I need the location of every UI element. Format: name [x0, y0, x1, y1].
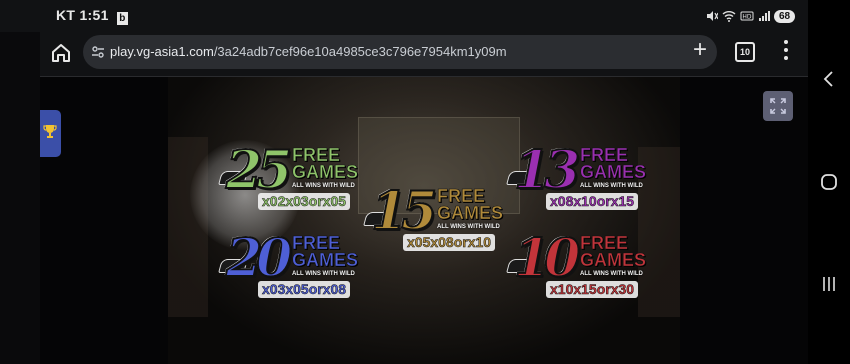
- fullscreen-icon: [770, 98, 786, 114]
- circle-home-icon[interactable]: [820, 173, 838, 191]
- label-games: GAMES: [437, 203, 504, 223]
- free-games-label: FREE GAMES: [580, 146, 647, 182]
- label-games: GAMES: [292, 250, 359, 270]
- new-tab-button[interactable]: +: [690, 38, 710, 62]
- wild-text: ALL WINS WITH WILD: [437, 224, 500, 230]
- multipliers: x05x08orx10: [403, 234, 496, 251]
- wifi-icon: [722, 11, 736, 22]
- free-games-number: 20: [225, 228, 293, 290]
- mute-icon: [707, 11, 718, 21]
- status-right: HD 68: [706, 6, 796, 26]
- free-games-label: FREE GAMES: [580, 234, 647, 270]
- free-games-option-15[interactable]: 15 FREE GAMES ALL WINS WITH WILD x05x08or…: [363, 181, 505, 260]
- home-icon[interactable]: [50, 42, 72, 64]
- free-games-number: 25: [225, 140, 293, 202]
- plus-icon: +: [692, 36, 707, 63]
- signal-icon: [759, 11, 770, 21]
- more-vert-icon[interactable]: [782, 40, 790, 62]
- multipliers: x02x03orx05: [258, 193, 351, 210]
- address-bar[interactable]: play.vg-asia1.com/3a24adb7cef96e10a4985c…: [83, 35, 717, 69]
- multipliers: x08x10orx15: [546, 193, 639, 210]
- tab-switcher-button[interactable]: 10: [735, 42, 755, 62]
- free-games-number: 15: [370, 181, 438, 243]
- free-games-label: FREE GAMES: [292, 146, 359, 182]
- browser-toolbar: play.vg-asia1.com/3a24adb7cef96e10a4985c…: [40, 32, 808, 77]
- label-games: GAMES: [580, 250, 647, 270]
- free-games-option-25[interactable]: 25 FREE GAMES ALL WINS WITH WILD x02x03or…: [218, 140, 360, 219]
- fullscreen-button[interactable]: [763, 91, 793, 121]
- free-games-option-13[interactable]: 13 FREE GAMES ALL WINS WITH WILD x08x10or…: [506, 140, 648, 219]
- trophy-icon: [43, 125, 57, 138]
- tune-icon[interactable]: [91, 45, 105, 59]
- label-games: GAMES: [580, 162, 647, 182]
- clock: 1:51: [79, 7, 109, 23]
- wild-text: ALL WINS WITH WILD: [580, 271, 643, 277]
- free-games-number: 10: [513, 228, 581, 290]
- notification-b-icon: b: [116, 12, 128, 25]
- wild-text: ALL WINS WITH WILD: [292, 271, 355, 277]
- status-bar: KT 1:51 b HD 68: [0, 0, 808, 32]
- recents-icon[interactable]: [820, 275, 838, 293]
- status-left: KT 1:51 b: [56, 7, 128, 25]
- free-games-option-20[interactable]: 20 FREE GAMES ALL WINS WITH WILD x03x05or…: [218, 228, 360, 307]
- multipliers: x10x15orx30: [546, 281, 639, 298]
- free-games-label: FREE GAMES: [292, 234, 359, 270]
- game-canvas[interactable]: 25 FREE GAMES ALL WINS WITH WILD x02x03or…: [40, 77, 808, 364]
- free-games-option-10[interactable]: 10 FREE GAMES ALL WINS WITH WILD x10x15or…: [506, 228, 648, 307]
- multipliers: x03x05orx08: [258, 281, 351, 298]
- back-icon[interactable]: [820, 70, 838, 88]
- free-games-number: 13: [513, 140, 581, 202]
- tab-count: 10: [739, 47, 750, 57]
- free-games-label: FREE GAMES: [437, 187, 504, 223]
- url-host: play.vg-asia1.com: [110, 44, 214, 59]
- carrier-label: KT: [56, 7, 76, 23]
- trophy-tab[interactable]: [40, 110, 61, 157]
- url-text: play.vg-asia1.com/3a24adb7cef96e10a4985c…: [110, 44, 507, 59]
- volte-icon: HD: [740, 11, 754, 21]
- wild-text: ALL WINS WITH WILD: [580, 183, 643, 189]
- url-path: /3a24adb7cef96e10a4985ce3c796e7954km1y09…: [213, 44, 507, 59]
- svg-text:HD: HD: [742, 14, 752, 21]
- label-games: GAMES: [292, 162, 359, 182]
- wild-text: ALL WINS WITH WILD: [292, 183, 355, 189]
- system-nav-bar: [808, 0, 850, 364]
- battery-indicator: 68: [774, 9, 796, 23]
